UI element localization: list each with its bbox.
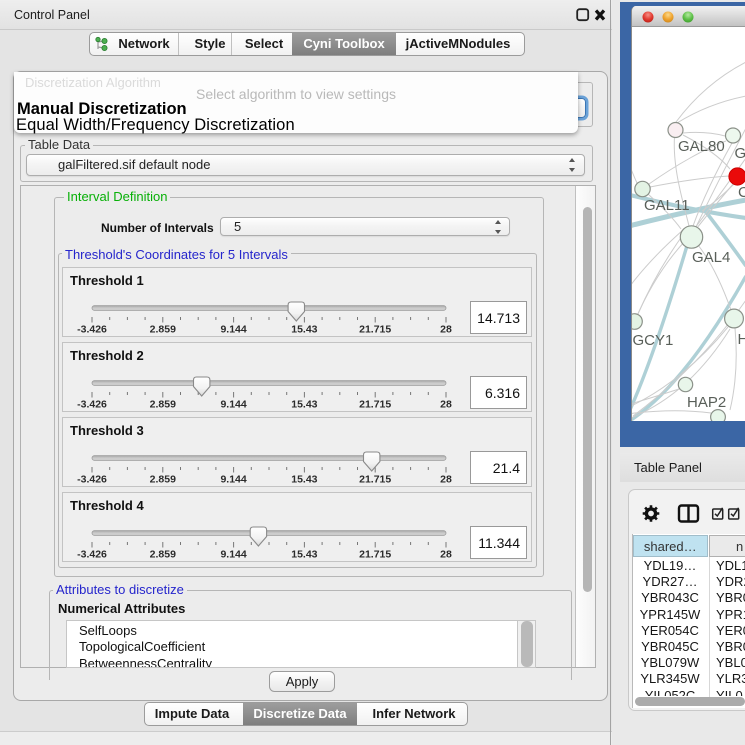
svg-text:9.144: 9.144	[220, 549, 246, 561]
svg-text:21.715: 21.715	[359, 399, 391, 411]
svg-text:15.43: 15.43	[291, 324, 317, 336]
svg-text:2.859: 2.859	[150, 399, 176, 411]
svg-text:15.43: 15.43	[291, 399, 317, 411]
svg-text:28: 28	[440, 399, 452, 411]
svg-text:GAL4: GAL4	[692, 249, 730, 266]
svg-text:21.715: 21.715	[359, 324, 391, 336]
svg-text:9.144: 9.144	[220, 324, 246, 336]
svg-text:28: 28	[440, 324, 452, 336]
svg-text:28: 28	[440, 549, 452, 561]
svg-text:9.144: 9.144	[220, 474, 246, 486]
svg-text:15.43: 15.43	[291, 549, 317, 561]
svg-text:HIS: HIS	[738, 331, 745, 348]
svg-text:GAL8: GAL8	[735, 145, 745, 162]
svg-text:-3.426: -3.426	[77, 549, 107, 561]
svg-text:-3.426: -3.426	[77, 324, 107, 336]
svg-text:9.144: 9.144	[220, 399, 246, 411]
svg-text:GAL11: GAL11	[644, 197, 690, 214]
svg-text:-3.426: -3.426	[77, 474, 107, 486]
svg-text:15.43: 15.43	[291, 474, 317, 486]
svg-text:21.715: 21.715	[359, 474, 391, 486]
svg-text:28: 28	[440, 474, 452, 486]
svg-text:-3.426: -3.426	[77, 399, 107, 411]
svg-text:CDC: CDC	[738, 184, 745, 201]
svg-text:21.715: 21.715	[359, 549, 391, 561]
svg-text:2.859: 2.859	[150, 474, 176, 486]
svg-text:2.859: 2.859	[150, 324, 176, 336]
svg-text:GCY1: GCY1	[633, 332, 674, 349]
svg-text:GAL80: GAL80	[678, 138, 725, 155]
svg-text:HAP2: HAP2	[687, 394, 726, 411]
svg-text:2.859: 2.859	[150, 549, 176, 561]
